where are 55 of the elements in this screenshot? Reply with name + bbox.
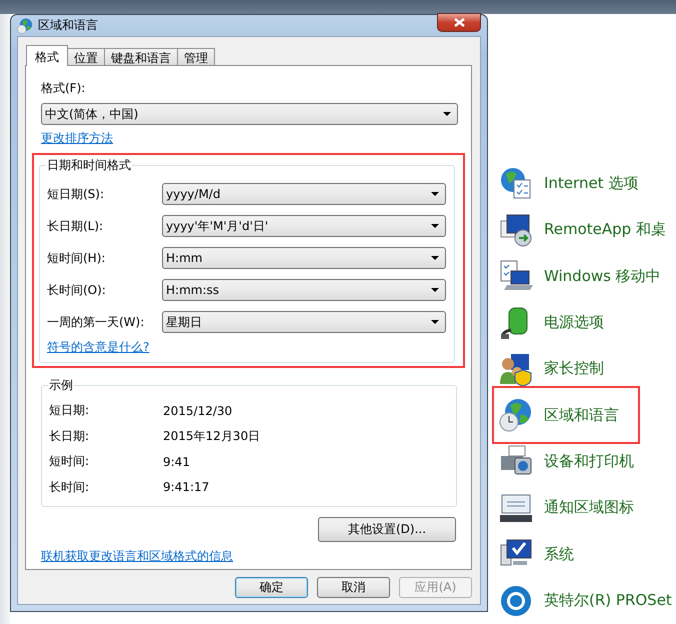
format-dropdown[interactable]: 中文(简体，中国) — [41, 103, 458, 125]
example-value: 9:41:17 — [163, 480, 210, 494]
control-panel-item[interactable]: 系统 — [492, 531, 640, 578]
tab[interactable]: 位置 — [67, 48, 105, 65]
globe-checklist-icon — [499, 166, 533, 200]
field-label: 短日期(S): — [47, 186, 106, 202]
control-panel-item[interactable]: 通知区域图标 — [492, 484, 640, 532]
dropdown-arrow-icon — [443, 112, 451, 116]
format-dropdown[interactable]: yyyy/M/d — [162, 183, 446, 205]
format-dropdown[interactable]: yyyy'年'M'月'd'日' — [162, 215, 446, 237]
online-info-link[interactable]: 联机获取更改语言和区域格式的信息 — [41, 548, 233, 565]
close-button[interactable] — [437, 12, 481, 32]
dialog-button[interactable]: 取消 — [317, 577, 390, 598]
globe-clock-icon — [499, 398, 533, 432]
control-panel-item[interactable]: RemoteApp 和桌 — [492, 206, 668, 253]
example-label: 长时间: — [49, 478, 90, 496]
dropdown-arrow-icon — [431, 192, 439, 196]
example-label: 短日期: — [49, 402, 90, 420]
example-label: 短时间: — [49, 453, 90, 470]
dropdown-arrow-icon — [431, 320, 439, 324]
group-title: 日期和时间格式 — [46, 157, 132, 174]
field-label: 一周的第一天(W): — [47, 314, 146, 330]
help-link[interactable]: 符号的含意是什么? — [47, 339, 150, 356]
other-settings-button[interactable]: 其他设置(D)... — [318, 517, 456, 542]
monitor-icon — [499, 212, 533, 247]
tab[interactable]: 格式 — [26, 45, 68, 66]
ring-icon — [499, 584, 533, 618]
example-value: 2015年12月30日 — [163, 428, 262, 445]
field-label: 长日期(L): — [47, 218, 104, 234]
field-label: 短时间(H): — [47, 250, 106, 266]
format-dropdown[interactable]: 星期日 — [162, 311, 446, 333]
example-value: 9:41 — [163, 454, 191, 469]
format-dropdown[interactable]: H:mm:ss — [162, 279, 446, 301]
dropdown-arrow-icon — [431, 288, 439, 292]
format-dropdown[interactable]: H:mm — [162, 247, 446, 269]
close-icon — [454, 18, 464, 26]
dropdown-arrow-icon — [431, 256, 439, 260]
control-panel-item[interactable]: Windows 移动中 — [492, 252, 663, 300]
globe-clock-icon — [17, 18, 33, 34]
example-value: 2015/12/30 — [163, 404, 234, 418]
tab[interactable]: 键盘和语言 — [104, 48, 178, 65]
sort-method-link[interactable]: 更改排序方法 — [41, 130, 113, 147]
window-title: 区域和语言 — [38, 17, 99, 34]
group-title: 示例 — [48, 377, 74, 394]
dialog-button[interactable]: 确定 — [235, 577, 308, 598]
tab[interactable]: 管理 — [177, 48, 215, 65]
control-panel-item[interactable]: 区域和语言 — [492, 386, 640, 444]
field-label: 格式(F): — [41, 80, 86, 97]
example-label: 长日期: — [49, 428, 90, 445]
dropdown-arrow-icon — [431, 224, 439, 228]
field-label: 长时间(O): — [47, 282, 107, 298]
control-panel-item[interactable]: 英特尔(R) PROSet — [492, 578, 674, 624]
control-panel-item[interactable]: 电源选项 — [492, 299, 640, 346]
control-panel-item[interactable]: Internet 选项 — [492, 160, 640, 206]
people-shield-icon — [499, 352, 533, 386]
